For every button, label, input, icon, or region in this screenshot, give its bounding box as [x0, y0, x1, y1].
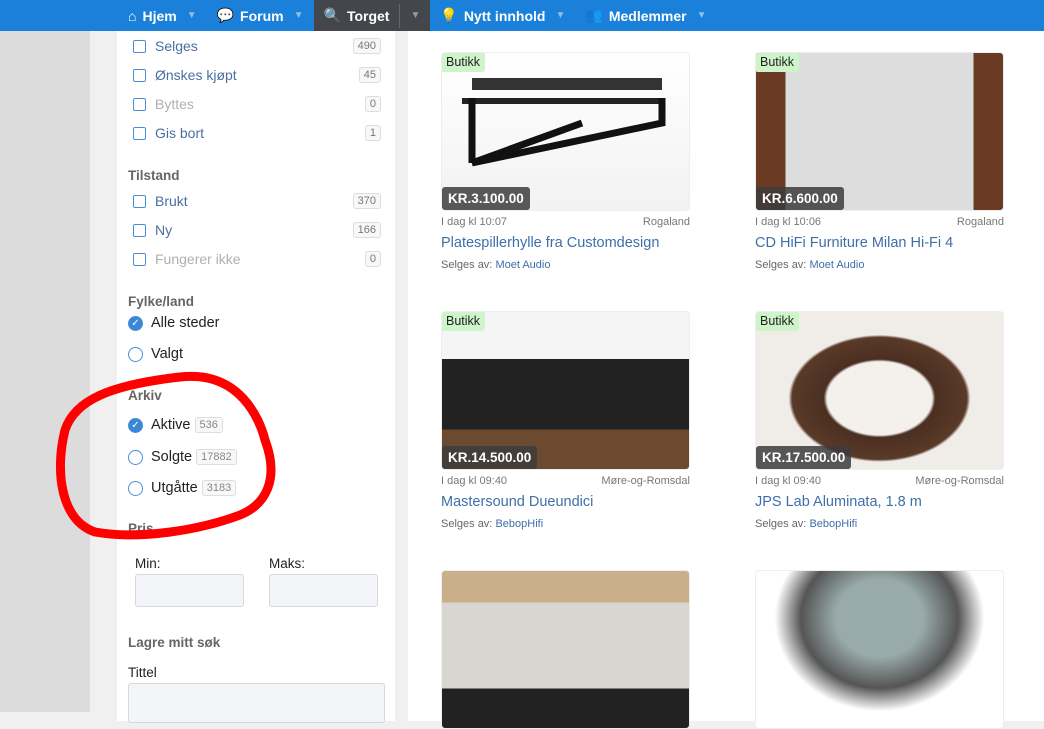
listing-card[interactable] — [755, 570, 1004, 729]
listing-title[interactable]: CD HiFi Furniture Milan Hi-Fi 4 — [755, 235, 1004, 251]
shop-badge: Butikk — [756, 53, 800, 72]
listing-card[interactable]: Butikk KR.3.100.00 I dag kl 10:07 Rogalan… — [441, 52, 690, 271]
listing-grid: Butikk KR.3.100.00 I dag kl 10:07 Rogalan… — [408, 31, 1044, 729]
listing-region: Rogaland — [956, 216, 1004, 228]
listing-image[interactable]: Butikk KR.17.500.00 — [755, 311, 1004, 470]
listing-image[interactable]: Butikk KR.6.600.00 — [755, 52, 1004, 211]
listing-title[interactable]: Platespillerhylle fra Customdesign — [441, 235, 690, 251]
listing-seller: Selges av: Moet Audio — [441, 259, 551, 271]
listing-title[interactable]: Mastersound Dueundici — [441, 494, 690, 510]
listing-card[interactable] — [441, 570, 690, 729]
listing-title[interactable]: JPS Lab Aluminata, 1.8 m — [755, 494, 1004, 510]
listing-region: Møre-og-Romsdal — [915, 475, 1004, 487]
listing-image[interactable] — [441, 570, 690, 729]
price-tag: KR.6.600.00 — [756, 187, 844, 210]
listing-card[interactable]: Butikk KR.6.600.00 I dag kl 10:06 Rogalan… — [755, 52, 1004, 271]
listing-card[interactable]: Butikk KR.17.500.00 I dag kl 09:40 Møre-o… — [755, 311, 1004, 530]
listing-time: I dag kl 10:07 — [441, 216, 508, 228]
price-tag: KR.3.100.00 — [442, 187, 530, 210]
shop-badge: Butikk — [442, 312, 486, 331]
listing-time: I dag kl 09:40 — [441, 475, 508, 487]
shop-badge: Butikk — [756, 312, 800, 331]
shop-badge: Butikk — [442, 53, 486, 72]
listing-image[interactable] — [755, 570, 1004, 729]
listing-seller: Selges av: BebopHifi — [755, 518, 858, 530]
listing-time: I dag kl 10:06 — [755, 216, 822, 228]
listing-seller: Selges av: BebopHifi — [441, 518, 544, 530]
price-tag: KR.14.500.00 — [442, 446, 538, 469]
price-tag: KR.17.500.00 — [756, 446, 852, 469]
listing-card[interactable]: Butikk KR.14.500.00 I dag kl 09:40 Møre-o… — [441, 311, 690, 530]
listing-image[interactable]: Butikk KR.14.500.00 — [441, 311, 690, 470]
listing-time: I dag kl 09:40 — [755, 475, 822, 487]
listing-seller: Selges av: Moet Audio — [755, 259, 865, 271]
listing-image[interactable]: Butikk KR.3.100.00 — [441, 52, 690, 211]
listing-region: Møre-og-Romsdal — [601, 475, 690, 487]
listing-region: Rogaland — [642, 216, 690, 228]
